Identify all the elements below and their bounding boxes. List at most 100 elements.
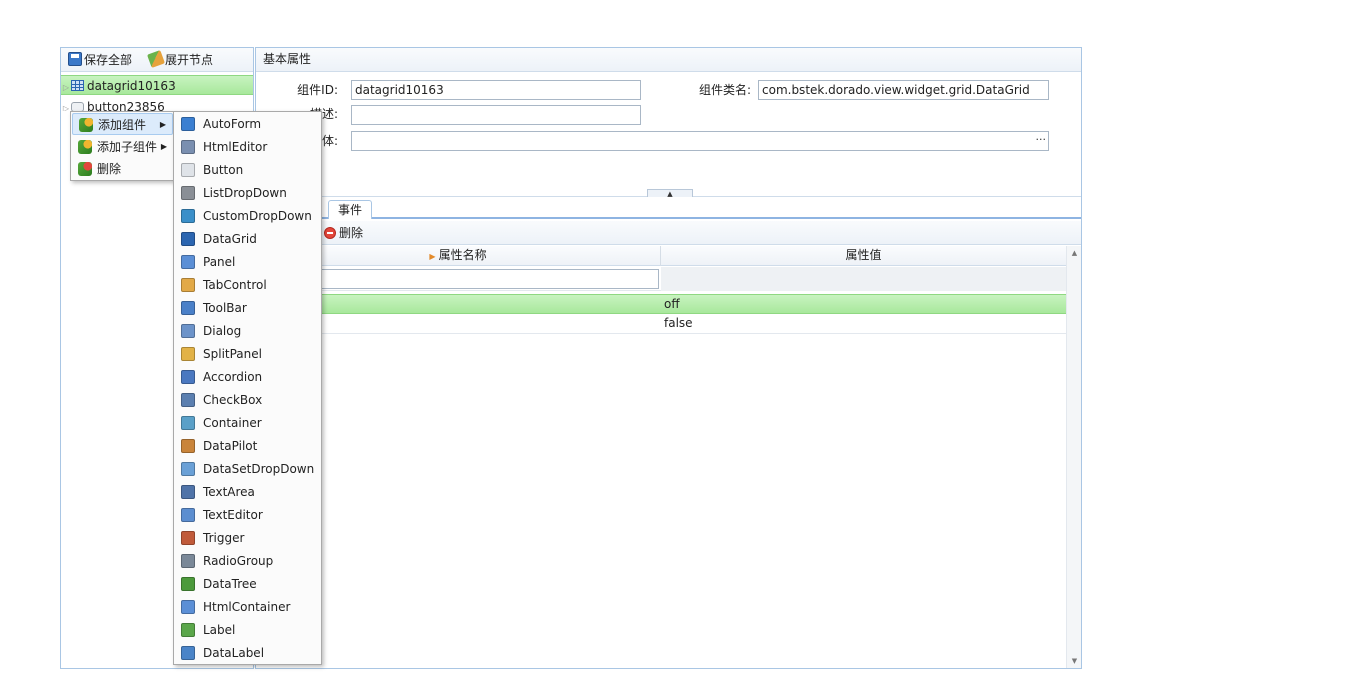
submenu-item-listdropdown[interactable]: ListDropDown — [175, 182, 320, 205]
datatree-icon — [181, 577, 195, 591]
menu-item-label: 添加组件 — [98, 118, 147, 132]
submenu-item-htmlcontainer[interactable]: HtmlContainer — [175, 596, 320, 619]
submenu-item-datatree[interactable]: DataTree — [175, 573, 320, 596]
submenu-item-label: HtmlContainer — [203, 600, 291, 614]
table-row[interactable]: mnsMode off — [256, 294, 1066, 314]
submenu-item-label: CustomDropDown — [203, 209, 312, 223]
submenu-item-label: TabControl — [203, 278, 267, 292]
expand-icon — [147, 50, 165, 68]
datalabel-icon — [181, 646, 195, 660]
submenu-item-datagrid[interactable]: DataGrid — [175, 228, 320, 251]
ellipsis-button[interactable]: ··· — [1036, 132, 1047, 148]
submenu-item-label: Label — [203, 623, 236, 637]
submenu-item-label: Dialog — [203, 324, 242, 338]
submenu-item-label: TextArea — [203, 485, 255, 499]
menu-item-add-child-component[interactable]: 添加子组件 ▶ — [72, 136, 173, 158]
tree-node-button[interactable]: ▷ button23856 — [61, 97, 253, 111]
submenu-item-accordion[interactable]: Accordion — [175, 366, 320, 389]
tree-expander-icon[interactable]: ▷ — [61, 78, 71, 98]
delete-component-icon — [78, 162, 92, 176]
vertical-scrollbar[interactable]: ▲ ▼ — [1066, 246, 1081, 668]
scroll-down-icon[interactable]: ▼ — [1067, 654, 1082, 668]
datagrid-icon — [181, 232, 195, 246]
listdropdown-icon — [181, 186, 195, 200]
third-property-field[interactable]: ··· — [351, 131, 1049, 151]
submenu-item-label[interactable]: Label — [175, 619, 320, 642]
menu-item-add-component[interactable]: 添加组件 ▶ — [72, 113, 173, 135]
submenu-item-tabcontrol[interactable]: TabControl — [175, 274, 320, 297]
submenu-item-autoform[interactable]: AutoForm — [175, 113, 320, 136]
add-component-icon — [79, 118, 93, 132]
expand-node-button[interactable]: 展开节点 — [147, 50, 214, 69]
submenu-item-label: RadioGroup — [203, 554, 274, 568]
container-icon — [181, 416, 195, 430]
submenu-item-datasetdropdown[interactable]: DataSetDropDown — [175, 458, 320, 481]
tree-toolbar: 保存全部 展开节点 — [61, 48, 253, 72]
tree-node-label: datagrid10163 — [87, 79, 176, 93]
column-header-value[interactable]: 属性值 — [661, 246, 1066, 266]
value-filter-cell — [661, 267, 1066, 291]
sort-icon: ▶ — [429, 252, 436, 261]
grid-header: ▶ 属性名称 属性值 — [256, 246, 1066, 266]
submenu-item-label: DataGrid — [203, 232, 257, 246]
submenu-item-container[interactable]: Container — [175, 412, 320, 435]
submenu-item-dialog[interactable]: Dialog — [175, 320, 320, 343]
customdropdown-icon — [181, 209, 195, 223]
submenu-item-label: HtmlEditor — [203, 140, 268, 154]
submenu-item-label: SplitPanel — [203, 347, 262, 361]
expand-node-label: 展开节点 — [165, 53, 214, 67]
submenu-item-htmleditor[interactable]: HtmlEditor — [175, 136, 320, 159]
submenu-item-label: DataLabel — [203, 646, 265, 660]
label-icon — [181, 623, 195, 637]
component-id-field[interactable]: datagrid10163 — [351, 80, 641, 100]
menu-item-label: 删除 — [97, 162, 122, 176]
filter-row — [256, 267, 1066, 291]
submenu-item-customdropdown[interactable]: CustomDropDown — [175, 205, 320, 228]
menu-item-label: 添加子组件 — [97, 140, 158, 154]
description-field[interactable] — [351, 105, 641, 125]
collapse-arrow-icon[interactable]: ▲ — [647, 189, 693, 198]
submenu-item-datapilot[interactable]: DataPilot — [175, 435, 320, 458]
submenu-item-toolbar[interactable]: ToolBar — [175, 297, 320, 320]
submenu-arrow-icon: ▶ — [160, 142, 167, 151]
texteditor-icon — [181, 508, 195, 522]
properties-panel: 基本属性 组件ID: datagrid10163 组件类名: com.bstek… — [255, 47, 1082, 669]
tree-node-datagrid[interactable]: ▷ datagrid10163 — [61, 75, 253, 95]
submenu-item-texteditor[interactable]: TextEditor — [175, 504, 320, 527]
submenu-item-checkbox[interactable]: CheckBox — [175, 389, 320, 412]
menu-item-delete[interactable]: 删除 — [72, 158, 173, 180]
submenu-item-label: TextEditor — [203, 508, 263, 522]
component-class-field[interactable]: com.bstek.dorado.view.widget.grid.DataGr… — [758, 80, 1049, 100]
submenu-item-panel[interactable]: Panel — [175, 251, 320, 274]
submenu-item-label: Button — [203, 163, 244, 177]
save-icon — [68, 52, 82, 66]
submenu-item-label: AutoForm — [203, 117, 262, 131]
component-id-label: 组件ID: — [297, 83, 338, 97]
submenu-item-splitpanel[interactable]: SplitPanel — [175, 343, 320, 366]
delete-property-button[interactable]: 删除 — [324, 224, 363, 242]
column-header-label: 属性名称 — [438, 248, 487, 262]
radiogroup-icon — [181, 554, 195, 568]
tree-expander-icon[interactable]: ▷ — [61, 99, 71, 111]
context-menu: 添加组件 ▶ 添加子组件 ▶ 删除 — [70, 111, 175, 181]
dialog-icon — [181, 324, 195, 338]
autoform-icon — [181, 117, 195, 131]
submenu-item-radiogroup[interactable]: RadioGroup — [175, 550, 320, 573]
submenu-item-textarea[interactable]: TextArea — [175, 481, 320, 504]
save-all-button[interactable]: 保存全部 — [68, 51, 132, 69]
submenu-item-trigger[interactable]: Trigger — [175, 527, 320, 550]
submenu-item-datalabel[interactable]: DataLabel — [175, 642, 320, 665]
htmlcontainer-icon — [181, 600, 195, 614]
basic-properties-header: 基本属性 — [256, 48, 1081, 72]
table-row[interactable]: false — [256, 314, 1066, 334]
panel-icon — [181, 255, 195, 269]
datapilot-icon — [181, 439, 195, 453]
property-value-cell[interactable]: off — [661, 295, 1066, 314]
property-value-cell[interactable]: false — [661, 314, 1066, 333]
tab-bar: 事件 — [256, 197, 1081, 219]
scroll-up-icon[interactable]: ▲ — [1067, 246, 1082, 260]
tab-events[interactable]: 事件 — [328, 200, 373, 219]
submenu-item-label: ToolBar — [203, 301, 247, 315]
submenu-item-label: ListDropDown — [203, 186, 287, 200]
submenu-item-button[interactable]: Button — [175, 159, 320, 182]
